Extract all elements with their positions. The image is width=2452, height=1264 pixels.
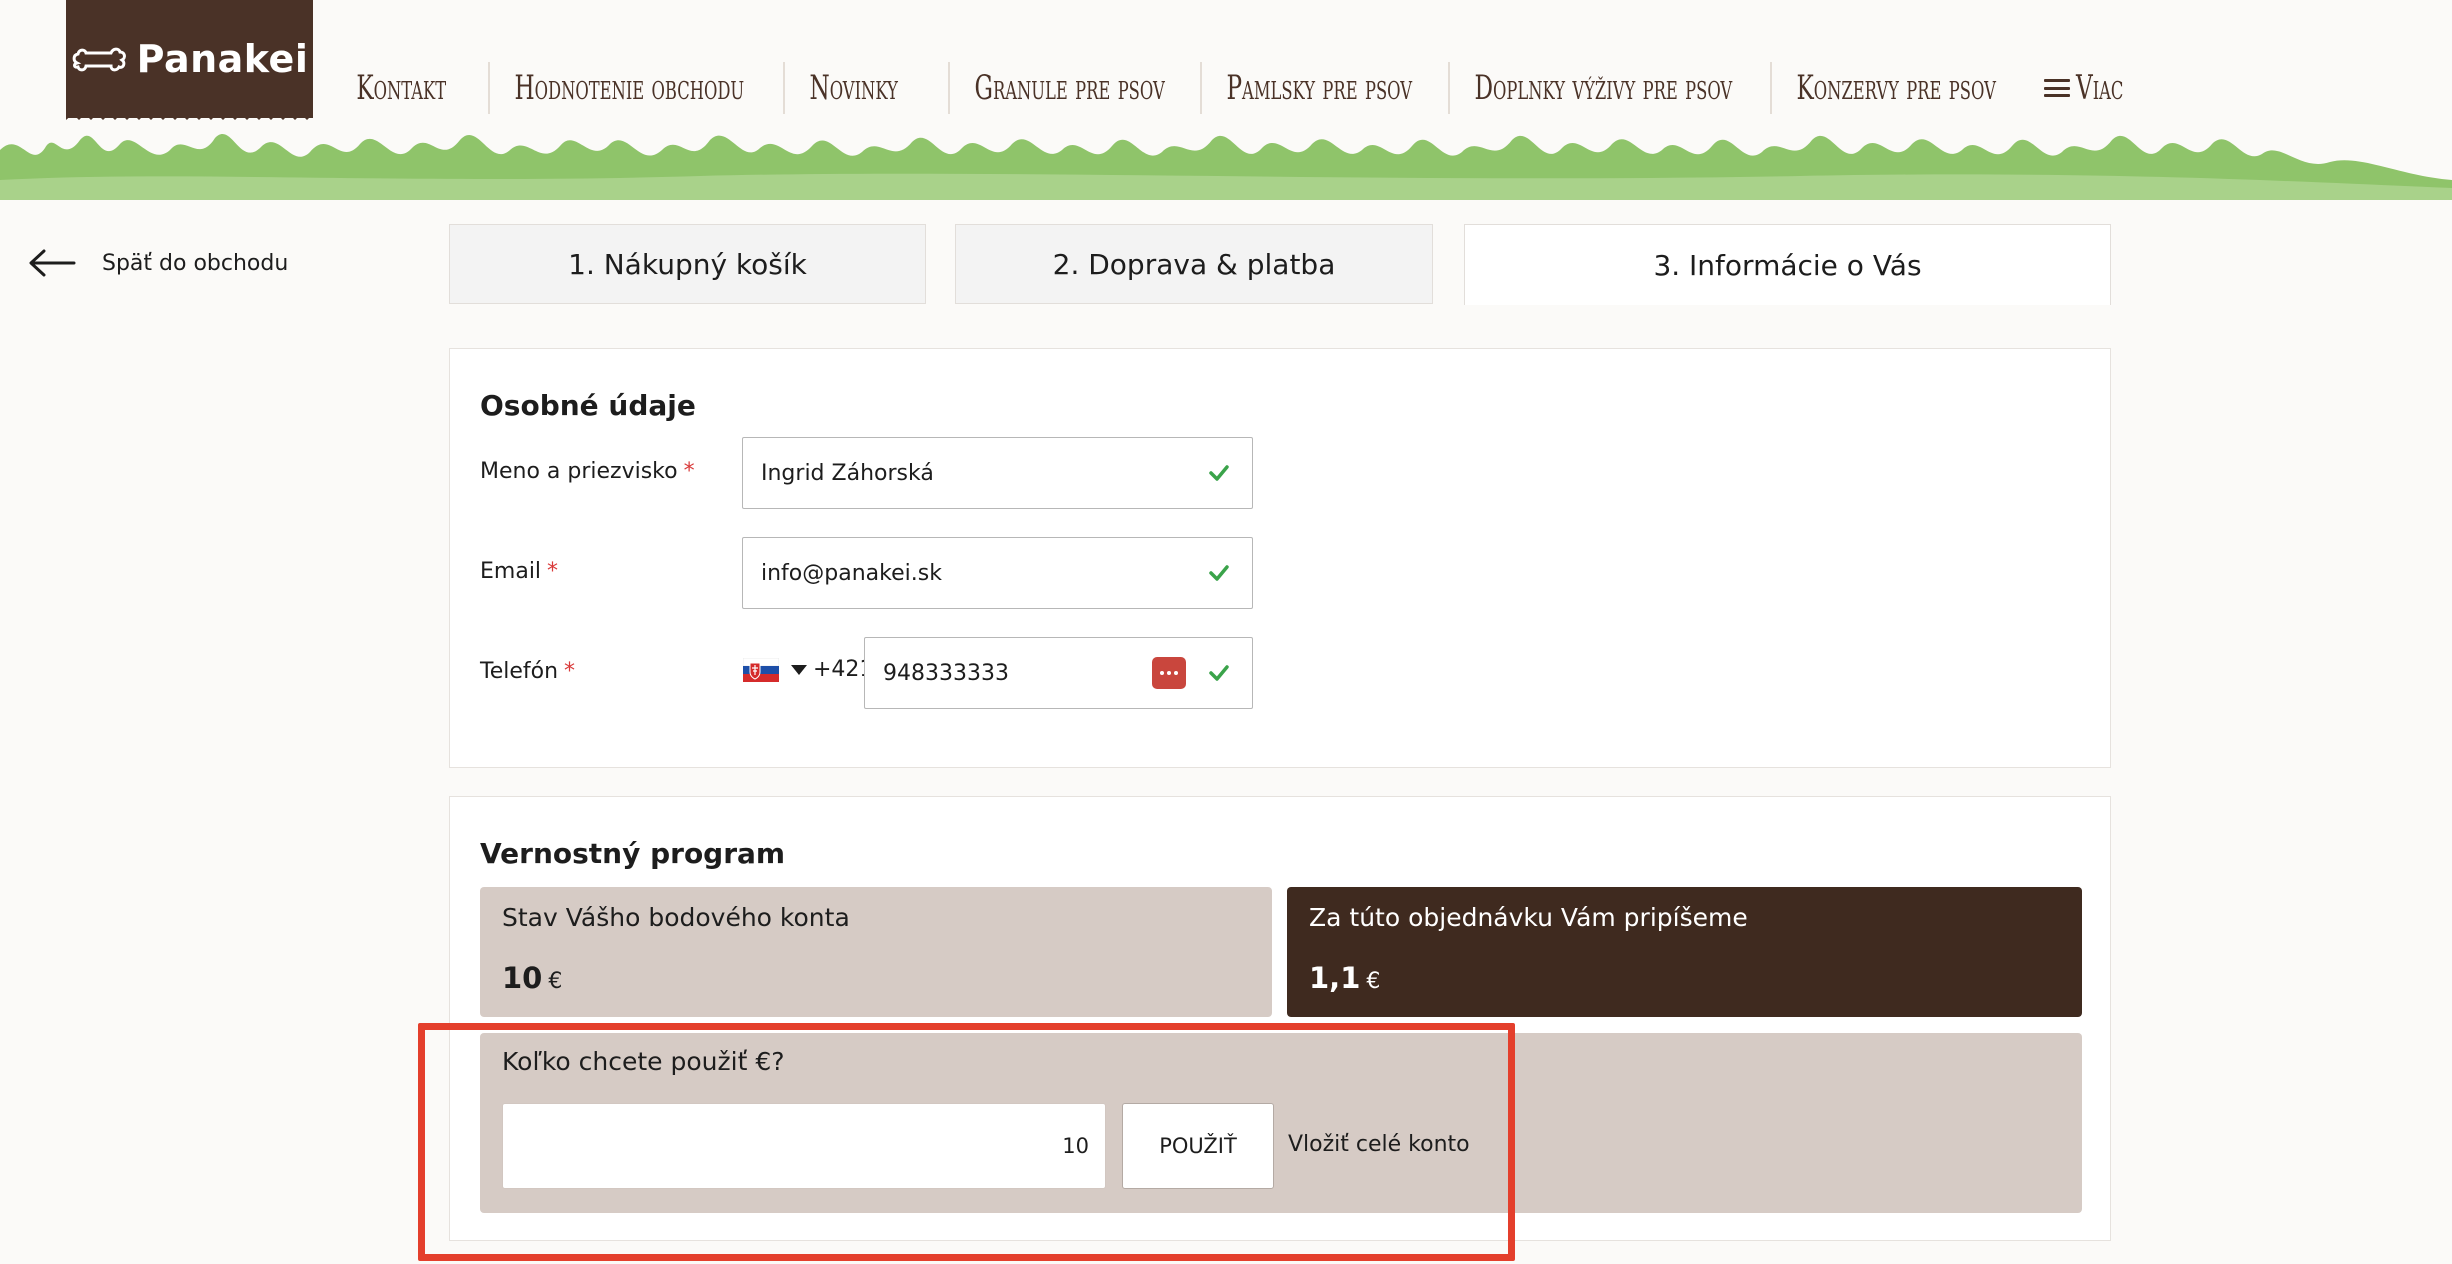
email-label: Email *	[480, 559, 559, 584]
required-mark: *	[547, 559, 559, 584]
grass-decoration	[0, 134, 2452, 200]
menu-icon	[2044, 79, 2070, 97]
main-navigation: Kontakt Hodnotenie obchodu Novinky Granu…	[340, 58, 2148, 118]
password-manager-icon[interactable]	[1152, 657, 1186, 689]
points-earned-value: 1,1 €	[1309, 961, 1381, 995]
step-tab-cart[interactable]: 1. Nákupný košík	[449, 224, 926, 304]
required-mark: *	[564, 659, 576, 684]
logo-text: Panakei	[136, 37, 309, 81]
chevron-down-icon	[791, 664, 807, 675]
nav-item-hodnotenie[interactable]: Hodnotenie obchodu	[488, 62, 783, 114]
phone-input[interactable]: 948333333	[864, 637, 1253, 709]
nav-item-kontakt[interactable]: Kontakt	[340, 62, 488, 114]
nav-item-pamlsky[interactable]: Pamlsky pre psov	[1200, 62, 1448, 114]
points-amount-input[interactable]: 10	[502, 1103, 1106, 1189]
check-icon	[1209, 665, 1229, 681]
check-icon	[1209, 465, 1229, 481]
site-header: Panakei Kontakt Hodnotenie obchodu Novin…	[0, 0, 2452, 200]
loyalty-program-card: Vernostný program Stav Vášho bodového ko…	[449, 796, 2111, 1241]
arrow-left-icon	[29, 249, 76, 277]
nav-item-novinky[interactable]: Novinky	[783, 62, 948, 114]
slovakia-flag-icon	[743, 657, 779, 682]
points-balance-label: Stav Vášho bodového konta	[502, 903, 850, 932]
required-mark: *	[683, 459, 695, 484]
nav-item-granule[interactable]: Granule pre psov	[948, 62, 1200, 114]
nav-item-doplnky[interactable]: Doplnky výživy pre psov	[1448, 62, 1770, 114]
step-tab-info[interactable]: 3. Informácie o Vás	[1464, 224, 2111, 305]
loyalty-title: Vernostný program	[480, 837, 786, 870]
points-earned-box: Za túto objednávku Vám pripíšeme 1,1 €	[1287, 887, 2082, 1017]
apply-points-button[interactable]: POUŽIŤ	[1122, 1103, 1274, 1189]
use-points-label: Koľko chcete použiť €?	[502, 1047, 785, 1076]
use-points-box: Koľko chcete použiť €? 10 POUŽIŤ Vložiť …	[480, 1033, 2082, 1213]
personal-data-title: Osobné údaje	[480, 389, 696, 422]
check-icon	[1209, 565, 1229, 581]
points-balance-value: 10 €	[502, 961, 563, 995]
email-input[interactable]: info@panakei.sk	[742, 537, 1253, 609]
logo[interactable]: Panakei	[66, 0, 313, 118]
dog-bone-icon	[72, 47, 126, 72]
name-label: Meno a priezvisko *	[480, 459, 695, 484]
country-code-select[interactable]: +421	[743, 657, 873, 682]
points-earned-label: Za túto objednávku Vám pripíšeme	[1309, 903, 1748, 932]
name-input[interactable]: Ingrid Záhorská	[742, 437, 1253, 509]
nav-more[interactable]: Viac	[2028, 62, 2148, 114]
use-whole-account-link[interactable]: Vložiť celé konto	[1288, 1132, 1470, 1157]
personal-data-card: Osobné údaje Meno a priezvisko * Ingrid Z…	[449, 348, 2111, 768]
logo-edge-decoration	[66, 110, 313, 120]
phone-label: Telefón *	[480, 659, 576, 684]
points-balance-box: Stav Vášho bodového konta 10 €	[480, 887, 1272, 1017]
step-tab-shipping[interactable]: 2. Doprava & platba	[955, 224, 1433, 304]
back-to-shop-link[interactable]: Späť do obchodu	[28, 248, 288, 278]
nav-item-konzervy[interactable]: Konzervy pre psov	[1770, 62, 2028, 114]
